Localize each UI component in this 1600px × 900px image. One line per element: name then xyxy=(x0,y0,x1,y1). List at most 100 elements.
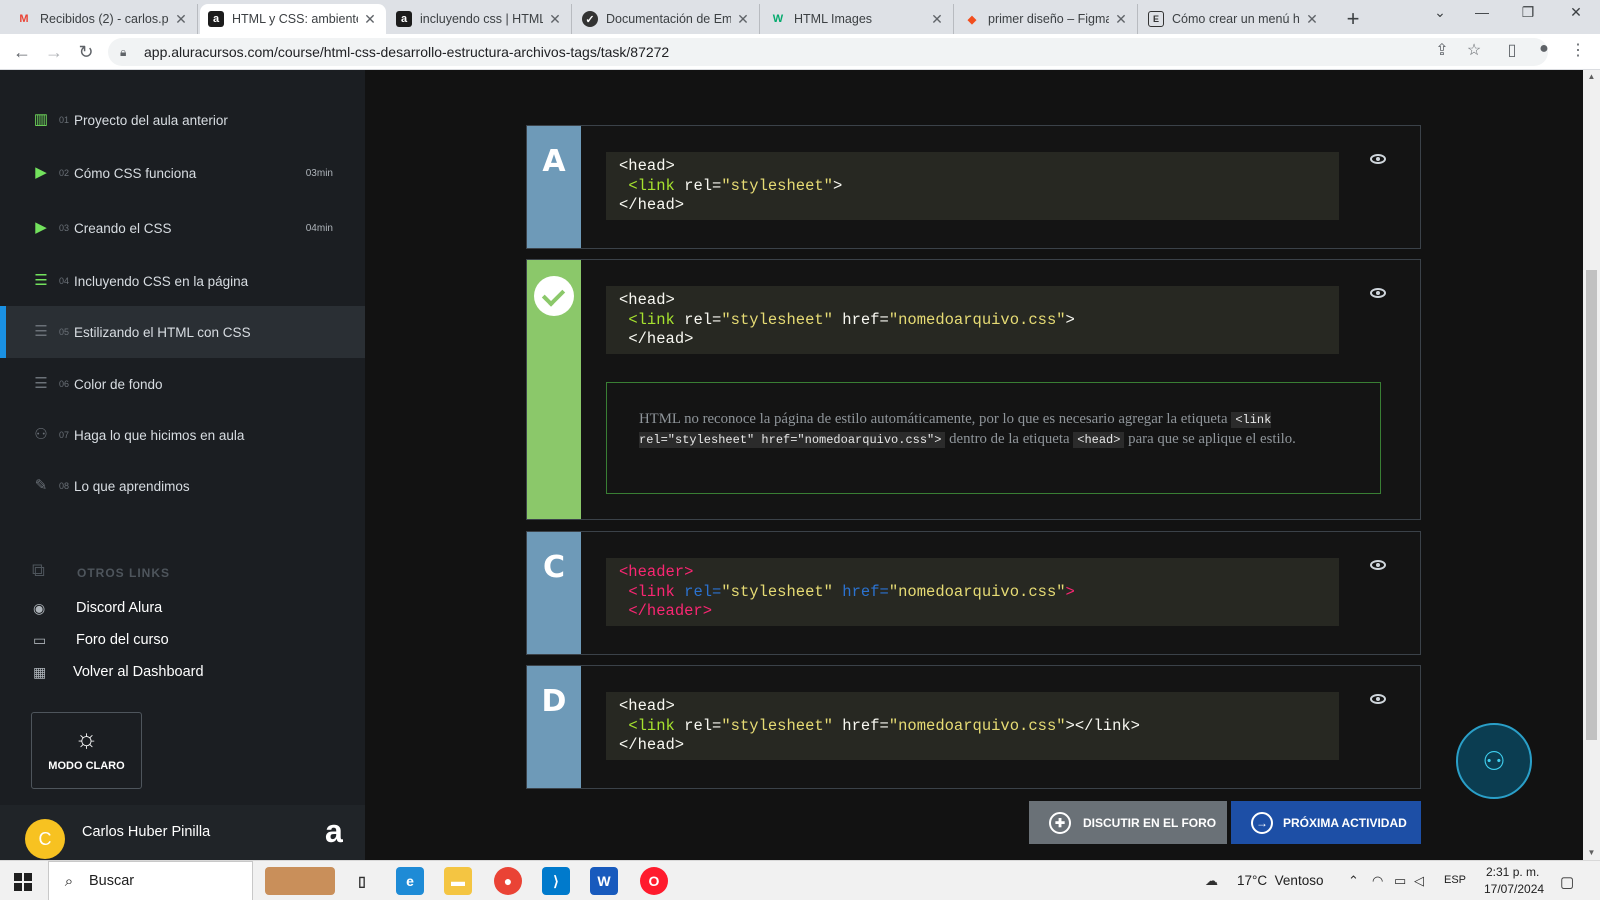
page-scrollbar[interactable]: ▲ ▼ xyxy=(1583,70,1600,860)
sidebar-lesson-02[interactable]: ▶ 02 Cómo CSS funciona 03min xyxy=(0,147,365,199)
back-icon[interactable]: ← xyxy=(10,40,34,64)
sidebar-lesson-03[interactable]: ▶ 03 Creando el CSS 04min xyxy=(0,202,365,254)
file-explorer-icon[interactable]: ▬ xyxy=(444,867,472,895)
chrome-icon[interactable]: ● xyxy=(494,867,522,895)
answer-explanation: HTML no reconoce la página de estilo aut… xyxy=(606,382,1381,494)
bookmark-star-icon[interactable]: ☆ xyxy=(1462,40,1486,60)
code-token: href= xyxy=(842,582,889,601)
close-icon[interactable]: ✕ xyxy=(1113,11,1129,28)
code-token: </header> xyxy=(628,602,713,621)
eye-icon[interactable] xyxy=(1370,288,1386,298)
restore-button[interactable]: ❐ xyxy=(1508,4,1548,21)
weather-text[interactable]: 17°C Ventoso xyxy=(1237,873,1323,888)
close-icon[interactable]: ✕ xyxy=(735,11,751,28)
next-activity-button[interactable]: → PRÓXIMA ACTIVIDAD xyxy=(1231,801,1421,844)
button-label: DISCUTIR EN EL FORO xyxy=(1083,815,1217,830)
lesson-number: 04 xyxy=(59,276,70,286)
code-token: "stylesheet" xyxy=(721,582,833,601)
wifi-icon[interactable]: ◠ xyxy=(1372,873,1383,889)
lifebuoy-icon: ✚ xyxy=(1049,812,1071,834)
lesson-title: Lo que aprendimos xyxy=(74,478,190,494)
menu-kebab-icon[interactable]: ⋮ xyxy=(1566,40,1590,60)
task-view-icon[interactable]: ▯ xyxy=(348,867,376,895)
browser-tab[interactable]: a incluyendo css | HTML y ✕ xyxy=(388,4,572,34)
side-panel-icon[interactable]: ▯ xyxy=(1500,40,1524,60)
clock-date[interactable]: 17/07/2024 xyxy=(1484,882,1544,896)
edge-icon[interactable]: e xyxy=(396,867,424,895)
close-icon[interactable]: ✕ xyxy=(173,11,189,28)
taskbar-search[interactable]: ⌕ Buscar xyxy=(48,861,253,900)
language-indicator[interactable]: ESP xyxy=(1444,874,1466,886)
option-b-correct[interactable]: <head> <link rel="stylesheet" href="nome… xyxy=(526,259,1421,520)
lesson-title: Estilizando el HTML con CSS xyxy=(74,324,251,340)
scroll-up-arrow[interactable]: ▲ xyxy=(1583,72,1600,81)
sidebar-lesson-06[interactable]: ☰ 06 Color de fondo xyxy=(0,358,365,410)
people-icon: ⚇ xyxy=(34,426,48,443)
sidebar-lesson-08[interactable]: ✎ 08 Lo que aprendimos xyxy=(0,460,365,512)
notifications-icon[interactable]: ▢ xyxy=(1560,873,1574,891)
sidebar-lesson-01[interactable]: ▥ 01 Proyecto del aula anterior xyxy=(0,94,365,146)
chat-icon: ▭ xyxy=(33,631,47,648)
speaker-icon[interactable]: ◁ xyxy=(1414,873,1424,889)
code-token: > xyxy=(1065,582,1075,601)
scroll-thumb[interactable] xyxy=(1586,270,1597,740)
dashboard-link[interactable]: ▦ Volver al Dashboard xyxy=(0,658,365,686)
minimize-button[interactable]: — xyxy=(1462,4,1502,20)
browser-tab-gmail[interactable]: M Recibidos (2) - carlos.pi ✕ xyxy=(8,4,198,34)
discuss-forum-button[interactable]: ✚ DISCUTIR EN EL FORO xyxy=(1029,801,1227,844)
option-d[interactable]: D <head> <link rel="stylesheet" href="no… xyxy=(526,665,1421,789)
explanation-text: dentro de la etiqueta xyxy=(949,431,1070,447)
browser-tab[interactable]: E Cómo crear un menú h ✕ xyxy=(1140,4,1328,34)
close-icon[interactable]: ✕ xyxy=(362,11,378,28)
forum-link[interactable]: ▭ Foro del curso xyxy=(0,626,365,654)
code-token: <link xyxy=(628,176,675,195)
option-letter: C xyxy=(542,550,566,585)
mode-label: MODO CLARO xyxy=(48,760,125,772)
scroll-down-arrow[interactable]: ▼ xyxy=(1583,848,1600,857)
clock-time[interactable]: 2:31 p. m. xyxy=(1486,865,1539,879)
option-letter-column: A xyxy=(527,126,581,248)
eye-icon[interactable] xyxy=(1370,694,1386,704)
code-token: rel= xyxy=(684,582,722,601)
eye-icon[interactable] xyxy=(1370,154,1386,164)
windows-start-icon[interactable] xyxy=(14,873,32,891)
code-token: <link xyxy=(628,716,675,735)
close-icon[interactable]: ✕ xyxy=(547,11,563,28)
share-icon[interactable]: ⇪ xyxy=(1430,40,1454,60)
code-block: <head> <link rel="stylesheet" href="nome… xyxy=(606,692,1339,760)
browser-tab-active[interactable]: a HTML y CSS: ambientes ✕ xyxy=(200,4,386,34)
chevron-up-icon[interactable]: ⌃ xyxy=(1348,873,1359,889)
sidebar-lesson-07[interactable]: ⚇ 07 Haga lo que hicimos en aula xyxy=(0,409,365,461)
browser-tab[interactable]: ✓ Documentación de Emm ✕ xyxy=(574,4,760,34)
close-icon[interactable]: ✕ xyxy=(929,11,945,28)
battery-icon[interactable]: ▭ xyxy=(1394,873,1406,889)
address-bar[interactable]: 🔒︎ app.aluracursos.com/course/html-css-d… xyxy=(108,38,1548,66)
profile-icon[interactable]: ● xyxy=(1532,40,1556,58)
browser-tab[interactable]: ◆ primer diseño – Figma ✕ xyxy=(956,4,1138,34)
sidebar-lesson-05-active[interactable]: ☰ 05 Estilizando el HTML con CSS xyxy=(0,306,365,358)
eye-icon[interactable] xyxy=(1370,560,1386,570)
close-window-button[interactable]: ✕ xyxy=(1556,4,1596,21)
code-token: > xyxy=(1065,310,1075,329)
close-icon[interactable]: ✕ xyxy=(1304,11,1320,28)
sidebar-lesson-04[interactable]: ☰ 04 Incluyendo CSS en la página xyxy=(0,255,365,307)
code-token: </head> xyxy=(619,196,685,215)
discord-link[interactable]: ◉ Discord Alura xyxy=(0,594,365,622)
main-content: A <head> <link rel="stylesheet"> </head>… xyxy=(365,70,1583,860)
option-a[interactable]: A <head> <link rel="stylesheet"> </head> xyxy=(526,125,1421,249)
book-icon: ▥ xyxy=(33,111,49,128)
word-icon[interactable]: W xyxy=(590,867,618,895)
code-block: <head> <link rel="stylesheet" href="nome… xyxy=(606,286,1339,354)
forward-icon[interactable]: → xyxy=(42,40,66,64)
browser-tab[interactable]: W HTML Images ✕ xyxy=(762,4,954,34)
list-icon: ☰ xyxy=(34,375,48,392)
new-tab-button[interactable]: + xyxy=(1340,6,1366,32)
option-c[interactable]: C <header> <link rel="stylesheet" href="… xyxy=(526,531,1421,655)
vscode-icon[interactable]: ⟩ xyxy=(542,867,570,895)
light-mode-button[interactable]: ☼ MODO CLARO xyxy=(31,712,142,789)
tab-search-icon[interactable]: ⌄ xyxy=(1420,4,1460,21)
reload-icon[interactable]: ↻ xyxy=(74,40,98,64)
opera-icon[interactable]: O xyxy=(640,867,668,895)
chatbot-icon[interactable]: ⚇ xyxy=(1456,723,1532,799)
user-bar[interactable]: C Carlos Huber Pinilla a xyxy=(0,805,365,860)
